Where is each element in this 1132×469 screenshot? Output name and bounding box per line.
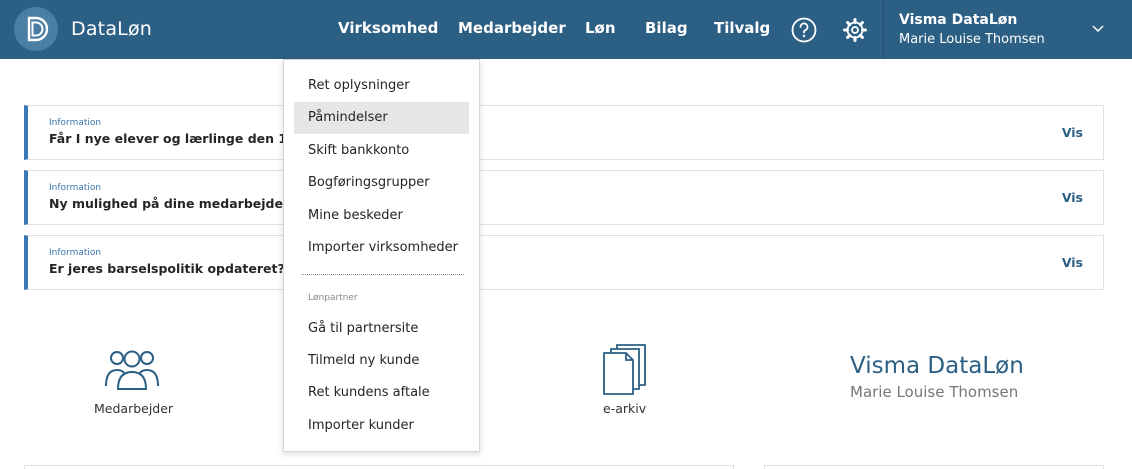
company-user-name: Marie Louise Thomsen: [850, 383, 1019, 401]
menu-item-bogfoeringsgrupper[interactable]: Bogføringsgrupper: [294, 167, 469, 199]
notice-card: Information Er jeres barselspolitik opda…: [24, 235, 1104, 290]
user-name: Marie Louise Thomsen: [899, 32, 1045, 47]
notice-view-link[interactable]: Vis: [1062, 255, 1083, 270]
employees-group-icon: [105, 350, 159, 390]
documents-archive-icon: [603, 344, 646, 395]
nav-medarbejder[interactable]: Medarbejder: [458, 19, 566, 37]
menu-item-importer-kunder[interactable]: Importer kunder: [294, 410, 469, 442]
menu-item-ret-oplysninger[interactable]: Ret oplysninger: [294, 70, 469, 102]
nav-virksomhed[interactable]: Virksomhed: [338, 19, 438, 37]
user-account-menu[interactable]: Visma DataLøn Marie Louise Thomsen: [883, 0, 1132, 59]
help-icon[interactable]: [791, 17, 817, 43]
settings-gear-icon[interactable]: [842, 17, 868, 43]
notice-view-link[interactable]: Vis: [1062, 125, 1083, 140]
nav-loen[interactable]: Løn: [585, 19, 616, 37]
menu-item-gaa-til-partnersite[interactable]: Gå til partnersite: [294, 313, 469, 345]
bottom-panel-left: [24, 465, 734, 469]
notice-tag: Information: [49, 118, 102, 128]
notice-tag: Information: [49, 248, 102, 258]
nav-bilag[interactable]: Bilag: [645, 19, 688, 37]
dataloen-logo-icon[interactable]: [14, 7, 58, 51]
bottom-panel-right: [764, 465, 1104, 469]
virksomhed-dropdown-menu: Ret oplysninger Påmindelser Skift bankko…: [283, 59, 480, 452]
nav-tilvalg[interactable]: Tilvalg: [714, 19, 770, 37]
e-arkiv-tile[interactable]: e-arkiv: [595, 340, 655, 420]
menu-item-paamindelser[interactable]: Påmindelser: [294, 102, 469, 134]
menu-item-ret-kundens-aftale[interactable]: Ret kundens aftale: [294, 377, 469, 409]
app-brand-name[interactable]: DataLøn: [71, 18, 152, 40]
company-title: Visma DataLøn: [850, 353, 1024, 379]
chevron-down-icon[interactable]: [1091, 24, 1105, 34]
notice-view-link[interactable]: Vis: [1062, 190, 1083, 205]
notice-text: Ny mulighed på dine medarbejdere i D: [49, 196, 321, 211]
menu-item-mine-beskeder[interactable]: Mine beskeder: [294, 200, 469, 232]
menu-item-importer-virksomheder[interactable]: Importer virksomheder: [294, 232, 469, 264]
menu-item-skift-bankkonto[interactable]: Skift bankkonto: [294, 135, 469, 167]
notice-card: Information Ny mulighed på dine medarbej…: [24, 170, 1104, 225]
user-company-name: Visma DataLøn: [899, 12, 1018, 28]
top-navigation-bar: DataLøn Virksomhed Medarbejder Løn Bilag…: [0, 0, 1132, 59]
menu-separator: [301, 274, 464, 275]
medarbejder-tile-label: Medarbejder: [94, 401, 174, 416]
notice-tag: Information: [49, 183, 102, 193]
menu-item-tilmeld-ny-kunde[interactable]: Tilmeld ny kunde: [294, 345, 469, 377]
notice-card: Information Får I nye elever og lærlinge…: [24, 105, 1104, 160]
menu-section-label: Lønpartner: [308, 293, 358, 303]
notice-text: Er jeres barselspolitik opdateret?: [49, 261, 285, 276]
medarbejder-tile[interactable]: Medarbejder: [90, 340, 180, 420]
e-arkiv-tile-label: e-arkiv: [603, 401, 647, 416]
